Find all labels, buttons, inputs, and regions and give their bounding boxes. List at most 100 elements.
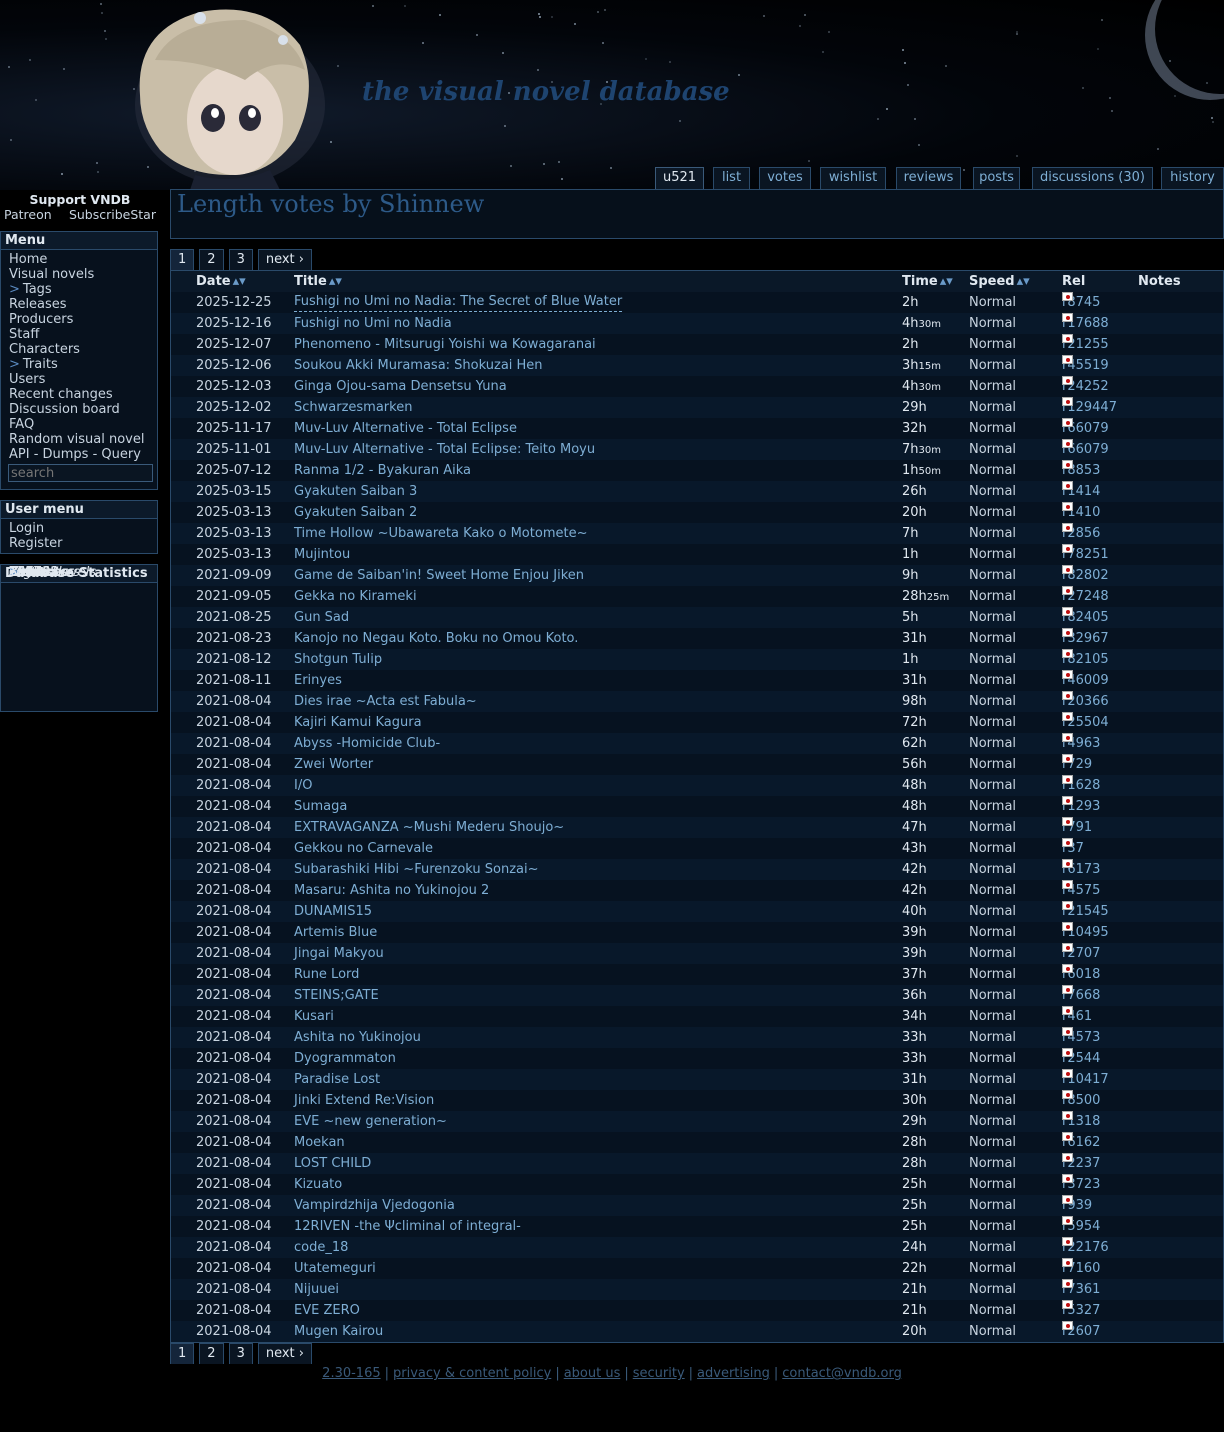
vn-title-link[interactable]: Rune Lord (294, 964, 359, 985)
next-page-button[interactable]: next › (257, 1343, 312, 1364)
vn-title-link[interactable]: code_18 (294, 1237, 348, 1258)
page-2-button[interactable]: 2 (199, 1343, 224, 1364)
next-page-button[interactable]: next › (257, 249, 312, 270)
menu-users[interactable]: Users (9, 372, 45, 387)
menu-recent-changes[interactable]: Recent changes (9, 387, 113, 402)
vn-title-link[interactable]: Gekkou no Carnevale (294, 838, 433, 859)
vn-title-link[interactable]: Mujintou (294, 544, 350, 565)
sort-icon[interactable]: ▴▾ (1017, 274, 1030, 289)
menu-api-dumps-query[interactable]: API - Dumps - Query (9, 447, 141, 462)
register-link[interactable]: Register (9, 536, 63, 551)
vn-title-link[interactable]: Muv-Luv Alternative - Total Eclipse: Tei… (294, 439, 595, 460)
vn-title-link[interactable]: Dyogrammaton (294, 1048, 396, 1069)
sort-icon[interactable]: ▴▾ (233, 274, 246, 289)
vn-title-link[interactable]: Zwei Worter (294, 754, 373, 775)
vn-title-link[interactable]: LOST CHILD (294, 1153, 371, 1174)
vn-title-link[interactable]: Jingai Makyou (294, 943, 384, 964)
sort-icon[interactable]: ▴▾ (329, 274, 342, 289)
menu-discussion-board[interactable]: Discussion board (9, 402, 120, 417)
site-title[interactable]: the visual novel database (362, 77, 730, 107)
page-1-button[interactable]: 1 (170, 249, 195, 270)
vn-title-link[interactable]: Muv-Luv Alternative - Total Eclipse (294, 418, 517, 439)
vn-title-link[interactable]: Phenomeno - Mitsurugi Yoishi wa Kowagara… (294, 334, 596, 355)
vn-title-link[interactable]: Shotgun Tulip (294, 649, 382, 670)
menu-home[interactable]: Home (9, 252, 47, 267)
col-time[interactable]: Time ▴▾ (902, 271, 953, 292)
vn-title-link[interactable]: Soukou Akki Muramasa: Shokuzai Hen (294, 355, 543, 376)
subscribestar-link[interactable]: SubscribeStar (69, 207, 156, 222)
tab-votes[interactable]: votes (759, 167, 811, 189)
vn-title-link[interactable]: STEINS;GATE (294, 985, 379, 1006)
menu-releases[interactable]: Releases (9, 297, 67, 312)
page-1-button[interactable]: 1 (170, 1343, 195, 1364)
menu-faq[interactable]: FAQ (9, 417, 34, 432)
vn-title-link[interactable]: Utatemeguri (294, 1258, 376, 1279)
vn-title-link[interactable]: Ashita no Yukinojou (294, 1027, 421, 1048)
vn-title-link[interactable]: EVE ~new generation~ (294, 1111, 447, 1132)
vn-title-link[interactable]: Mugen Kairou (294, 1321, 383, 1342)
tab-list[interactable]: list (713, 167, 750, 189)
tab-history[interactable]: history (1161, 167, 1224, 189)
vn-title-link[interactable]: Gyakuten Saiban 3 (294, 481, 417, 502)
vn-title-link[interactable]: Gun Sad (294, 607, 349, 628)
vn-title-link[interactable]: Paradise Lost (294, 1069, 380, 1090)
tab-reviews[interactable]: reviews (896, 167, 961, 189)
vn-title-link[interactable]: Sumaga (294, 796, 347, 817)
vn-title-link[interactable]: Ranma 1/2 - Byakuran Aika (294, 460, 471, 481)
vn-title-link[interactable]: Kanojo no Negau Koto. Boku no Omou Koto. (294, 628, 578, 649)
vn-title-link[interactable]: Moekan (294, 1132, 345, 1153)
vn-title-link[interactable]: Kizuato (294, 1174, 342, 1195)
login-link[interactable]: Login (9, 521, 44, 536)
vn-title-link[interactable]: Kusari (294, 1006, 334, 1027)
vn-title-link[interactable]: Time Hollow ~Ubawareta Kako o Motomete~ (294, 523, 587, 544)
footer-link[interactable]: advertising (697, 1366, 770, 1381)
vn-title-link[interactable]: Subarashiki Hibi ~Furenzoku Sonzai~ (294, 859, 539, 880)
col-date[interactable]: Date ▴▾ (196, 271, 246, 292)
page-2-button[interactable]: 2 (199, 249, 224, 270)
vn-title-link[interactable]: Kajiri Kamui Kagura (294, 712, 422, 733)
vn-title-link[interactable]: Abyss -Homicide Club- (294, 733, 440, 754)
vn-title-link[interactable]: EXTRAVAGANZA ~Mushi Mederu Shoujo~ (294, 817, 564, 838)
vn-title-link[interactable]: DUNAMIS15 (294, 901, 372, 922)
tab-discussions[interactable]: discussions (30) (1032, 167, 1153, 189)
patreon-link[interactable]: Patreon (4, 207, 52, 222)
footer-link[interactable]: about us (564, 1366, 621, 1381)
vn-title-link[interactable]: Fushigi no Umi no Nadia (294, 313, 452, 334)
page-3-button[interactable]: 3 (228, 249, 253, 270)
col-title[interactable]: Title ▴▾ (294, 271, 342, 292)
vn-title-link[interactable]: Gyakuten Saiban 2 (294, 502, 417, 523)
vn-title-link[interactable]: Jinki Extend Re:Vision (294, 1090, 434, 1111)
vn-title-link[interactable]: I/O (294, 775, 312, 796)
vn-title-link[interactable]: Schwarzesmarken (294, 397, 412, 418)
tab-user[interactable]: u521 (655, 167, 704, 190)
footer-link[interactable]: security (633, 1366, 685, 1381)
vn-title-link[interactable]: Ginga Ojou-sama Densetsu Yuna (294, 376, 507, 397)
vn-title-link[interactable]: Game de Saiban'in! Sweet Home Enjou Jike… (294, 565, 584, 586)
vn-title-link[interactable]: Nijuuei (294, 1279, 339, 1300)
page-3-button[interactable]: 3 (228, 1343, 253, 1364)
col-speed[interactable]: Speed ▴▾ (969, 271, 1030, 292)
footer-link[interactable]: 2.30-165 (322, 1366, 380, 1381)
tab-posts[interactable]: posts (973, 167, 1020, 189)
vn-title-link[interactable]: EVE ZERO (294, 1300, 360, 1321)
vn-title-link[interactable]: Artemis Blue (294, 922, 377, 943)
sort-icon[interactable]: ▴▾ (940, 274, 953, 289)
vn-title-link[interactable]: Gekka no Kirameki (294, 586, 417, 607)
vn-title-link[interactable]: 12RIVEN -the Ψcliminal of integral- (294, 1216, 521, 1237)
menu-tags[interactable]: Tags (23, 282, 52, 297)
menu-random-vn[interactable]: Random visual novel (9, 432, 144, 447)
menu-staff[interactable]: Staff (9, 327, 39, 342)
vn-title-link[interactable]: Fushigi no Umi no Nadia: The Secret of B… (294, 292, 623, 312)
vn-title-link[interactable]: Vampirdzhija Vjedogonia (294, 1195, 455, 1216)
vn-title-link[interactable]: Masaru: Ashita no Yukinojou 2 (294, 880, 489, 901)
vn-title-link[interactable]: Erinyes (294, 670, 342, 691)
menu-visual-novels[interactable]: Visual novels (9, 267, 94, 282)
menu-traits[interactable]: Traits (23, 357, 58, 372)
vn-title-link[interactable]: Dies irae ~Acta est Fabula~ (294, 691, 477, 712)
menu-producers[interactable]: Producers (9, 312, 73, 327)
footer-link[interactable]: privacy & content policy (393, 1366, 551, 1381)
search-input[interactable] (8, 464, 153, 482)
tab-wishlist[interactable]: wishlist (820, 167, 886, 189)
menu-characters[interactable]: Characters (9, 342, 80, 357)
footer-link[interactable]: contact@vndb.org (782, 1366, 902, 1381)
